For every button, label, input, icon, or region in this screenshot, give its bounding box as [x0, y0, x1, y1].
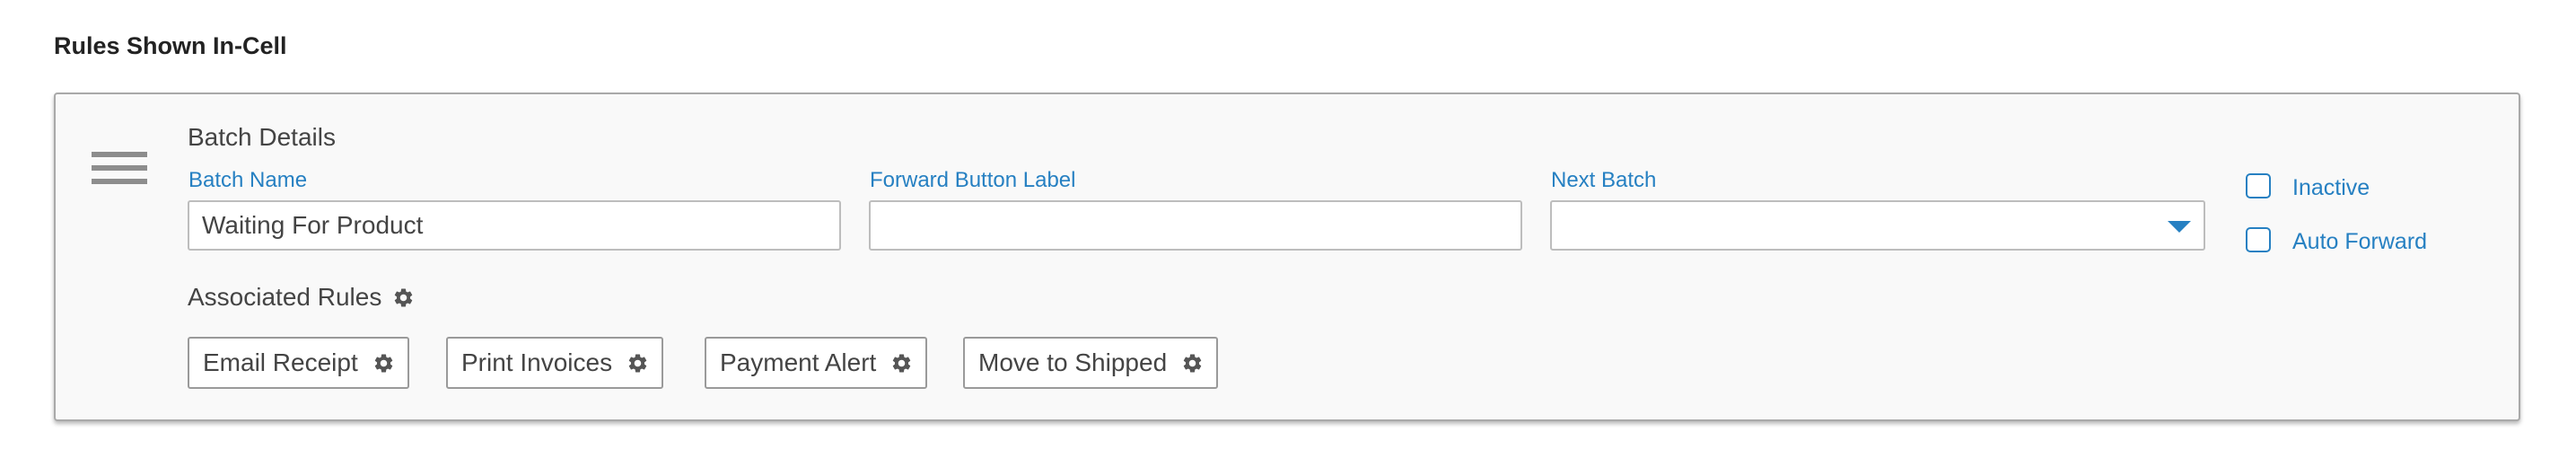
rule-chip-print-invoices[interactable]: Print Invoices [446, 337, 664, 389]
gear-icon[interactable] [1181, 352, 1204, 375]
rule-chip-label: Payment Alert [720, 348, 877, 376]
caret-down-icon [2168, 221, 2191, 233]
auto-forward-label[interactable]: Auto Forward [2292, 229, 2427, 255]
section-title: Rules Shown In-Cell [54, 32, 287, 59]
inactive-checkbox[interactable] [2246, 173, 2271, 198]
next-batch-label: Next Batch [1551, 168, 1657, 192]
batch-name-input[interactable] [188, 200, 841, 251]
forward-button-label-label: Forward Button Label [870, 168, 1076, 192]
next-batch-select[interactable] [1550, 200, 2205, 251]
associated-rules-heading: Associated Rules [188, 283, 382, 311]
gear-icon[interactable] [372, 352, 395, 375]
batch-details-heading: Batch Details [188, 123, 336, 151]
rule-chip-label: Print Invoices [461, 348, 613, 376]
auto-forward-checkbox[interactable] [2246, 227, 2271, 252]
rule-chip-label: Email Receipt [203, 348, 358, 376]
gear-icon[interactable] [890, 352, 913, 375]
rule-chip-email-receipt[interactable]: Email Receipt [188, 337, 409, 389]
drag-handle-icon[interactable] [92, 152, 147, 190]
associated-rules-header: Associated Rules [188, 283, 415, 312]
rule-chip-payment-alert[interactable]: Payment Alert [705, 337, 928, 389]
gear-icon[interactable] [392, 286, 415, 309]
forward-button-label-input[interactable] [869, 200, 1522, 251]
batch-name-label: Batch Name [188, 168, 308, 192]
rule-chip-label: Move to Shipped [978, 348, 1168, 376]
inactive-label[interactable]: Inactive [2292, 175, 2370, 201]
gear-icon[interactable] [626, 352, 649, 375]
rule-chip-move-to-shipped[interactable]: Move to Shipped [963, 337, 1219, 389]
batch-details-card: Batch Details Batch Name Forward Button … [54, 93, 2520, 421]
